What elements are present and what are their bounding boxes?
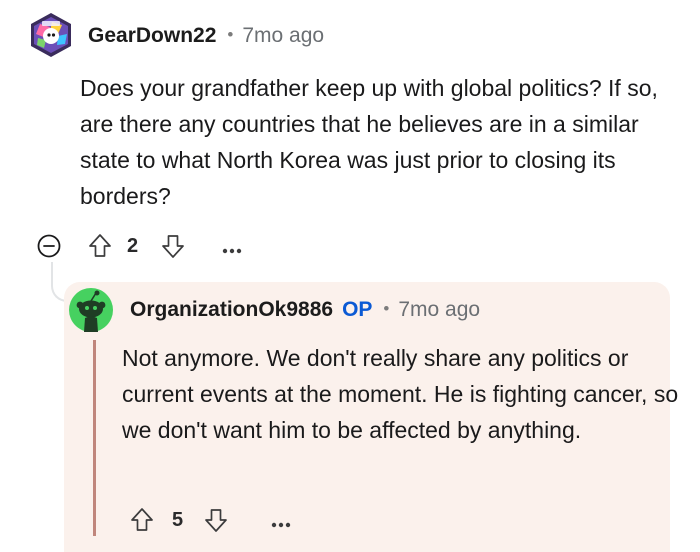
snoo-avatar-icon: [69, 288, 113, 332]
upvote-arrow-icon: [131, 508, 153, 531]
downvote-button[interactable]: [202, 506, 230, 534]
reply-thread-accent[interactable]: [93, 340, 96, 536]
comment-body: Does your grandfather keep up with globa…: [80, 75, 658, 209]
avatar[interactable]: [68, 287, 114, 333]
reply-body: Not anymore. We don't really share any p…: [122, 345, 679, 443]
downvote-arrow-icon: [162, 235, 184, 258]
reply-timestamp[interactable]: 7mo ago: [398, 298, 480, 322]
upvote-arrow-icon: [89, 234, 111, 257]
separator-dot: •: [383, 299, 390, 318]
downvote-arrow-icon: [205, 509, 227, 532]
vote-score: 2: [127, 235, 139, 257]
snoo-avatar-icon: [31, 13, 71, 57]
vote-score: 5: [172, 509, 184, 531]
comment-timestamp[interactable]: 7mo ago: [242, 24, 324, 48]
separator-dot: •: [227, 25, 234, 44]
comment-author[interactable]: GearDown22: [88, 24, 216, 48]
collapse-button[interactable]: [37, 234, 61, 258]
more-options-icon: [222, 248, 242, 254]
more-options-button[interactable]: [270, 516, 292, 528]
downvote-button[interactable]: [159, 232, 187, 260]
upvote-button[interactable]: [128, 506, 156, 534]
avatar[interactable]: [28, 12, 74, 58]
upvote-button[interactable]: [86, 232, 114, 260]
collapse-minus-icon: [37, 234, 61, 258]
op-badge: OP: [342, 298, 373, 321]
comment-header: GearDown22 • 7mo ago: [88, 20, 324, 52]
more-options-button[interactable]: [221, 242, 243, 254]
more-options-icon: [271, 522, 291, 528]
reply-header: OrganizationOk9886 OP • 7mo ago: [130, 294, 480, 326]
reply-author[interactable]: OrganizationOk9886: [130, 298, 333, 322]
